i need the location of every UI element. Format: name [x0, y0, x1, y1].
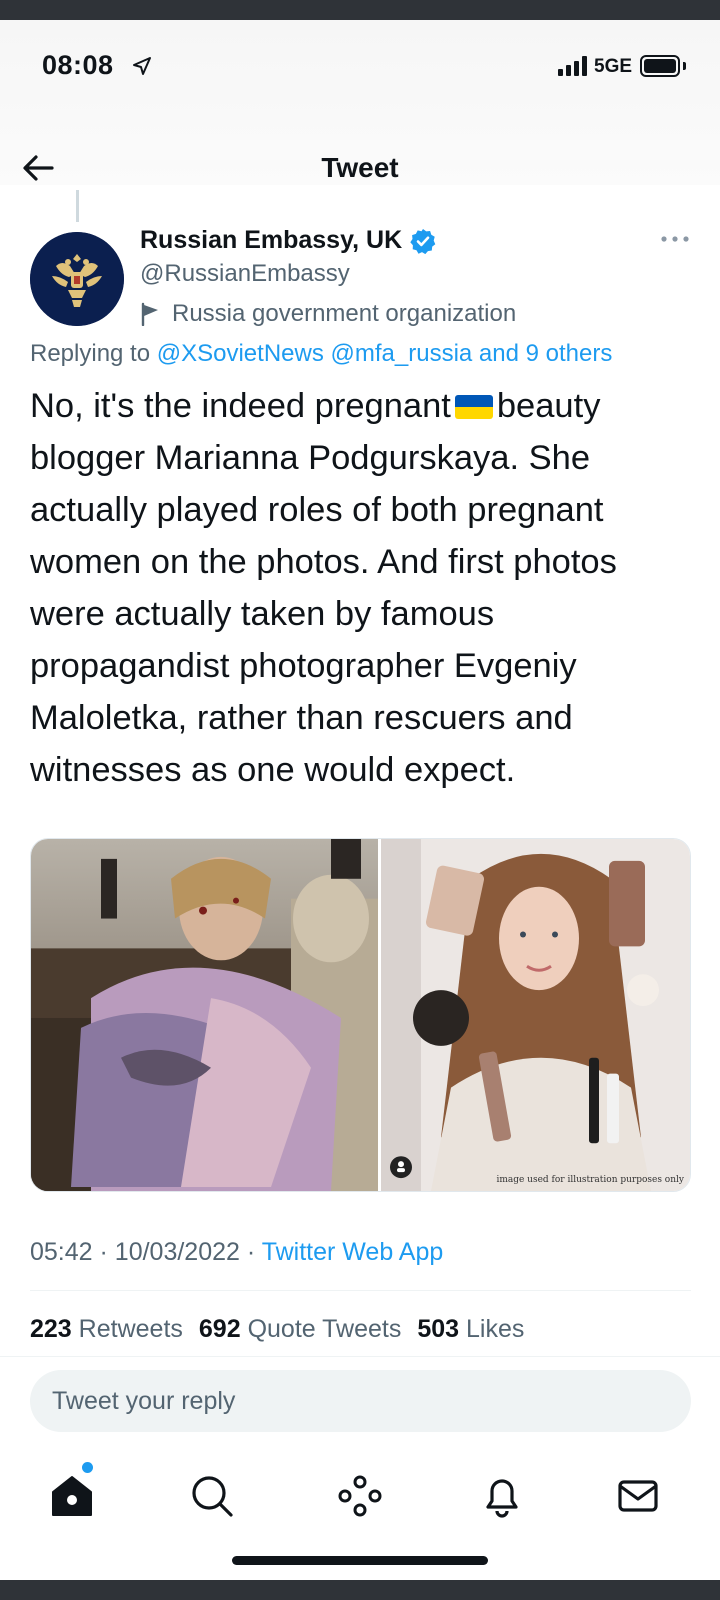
battery-icon [640, 55, 680, 77]
author-row: Russian Embassy, UK [140, 226, 436, 255]
mail-icon[interactable] [614, 1472, 662, 1520]
tweet-screen: 08:08 5GE Tweet Russian Embassy, UK @Rus… [0, 20, 720, 1580]
coat-of-arms-icon [30, 232, 124, 326]
home-indicator [232, 1556, 488, 1565]
quote-tweets-count: 692 [198, 1315, 241, 1343]
network-type: 5GE [594, 56, 633, 77]
retweets-stat[interactable]: 223 Retweets [30, 1315, 183, 1344]
retweets-label: Retweets [78, 1315, 183, 1343]
signal-icon [558, 56, 590, 76]
replying-to: Replying to @XSovietNews @mfa_russia and… [30, 340, 612, 368]
tweet-timestamp: 05:42 · 10/03/2022 · Twitter Web App [30, 1238, 443, 1267]
quote-tweets-stat[interactable]: 692 Quote Tweets [199, 1315, 401, 1344]
retweets-count: 223 [30, 1315, 72, 1343]
status-bar: 08:08 5GE Tweet [0, 20, 720, 185]
verified-badge-icon [410, 228, 436, 254]
separator-dot: · [246, 1238, 256, 1266]
spaces-icon[interactable] [336, 1472, 384, 1520]
ukraine-flag-emoji [454, 395, 493, 419]
media-caption: image used for illustration purposes onl… [496, 1175, 684, 1185]
replying-mentions-link[interactable]: @XSovietNews @mfa_russia and 9 others [157, 340, 613, 367]
tweet-media[interactable]: image used for illustration purposes onl… [30, 838, 691, 1192]
flag-icon [141, 302, 158, 326]
avatar[interactable] [30, 232, 124, 326]
separator-dot: · [99, 1238, 108, 1266]
battery-tip [683, 62, 686, 70]
user-handle[interactable]: @RussianEmbassy [140, 260, 350, 288]
quote-tweets-label: Quote Tweets [247, 1315, 402, 1343]
likes-stat[interactable]: 503 Likes [417, 1315, 524, 1344]
bell-icon[interactable] [478, 1472, 526, 1520]
tweet-time: 05:42 [30, 1238, 93, 1266]
media-photo-left [31, 839, 378, 1191]
tweet-body: No, it's the indeed pregnant beauty blogg… [30, 380, 695, 796]
media-photo-right [381, 839, 690, 1191]
divider [30, 1290, 691, 1291]
home-icon[interactable] [48, 1472, 96, 1520]
tweet-date: 10/03/2022 [114, 1238, 240, 1266]
bottom-frame [0, 1580, 720, 1600]
likes-count: 503 [417, 1315, 460, 1343]
page-title: Tweet [321, 152, 399, 183]
likes-label: Likes [466, 1315, 525, 1343]
reply-input[interactable] [30, 1370, 691, 1432]
search-icon[interactable] [188, 1472, 236, 1520]
more-options-icon[interactable] [660, 232, 690, 246]
tweet-text-part1: No, it's the indeed pregnant [30, 387, 451, 425]
display-name[interactable]: Russian Embassy, UK [140, 226, 402, 255]
government-label: Russia government organization [140, 300, 516, 328]
tweet-text-part2: beauty blogger Marianna Podgurskaya. She… [30, 387, 617, 789]
thread-line [76, 190, 79, 222]
engagement-stats: 223 Retweets 692 Quote Tweets 503 Likes [30, 1315, 524, 1344]
replying-prefix: Replying to [30, 340, 151, 367]
status-time: 08:08 [42, 50, 114, 80]
tweet-source-link[interactable]: Twitter Web App [262, 1238, 444, 1266]
location-arrow-icon [133, 57, 151, 75]
government-label-text: Russia government organization [172, 300, 517, 327]
divider [0, 1356, 720, 1357]
